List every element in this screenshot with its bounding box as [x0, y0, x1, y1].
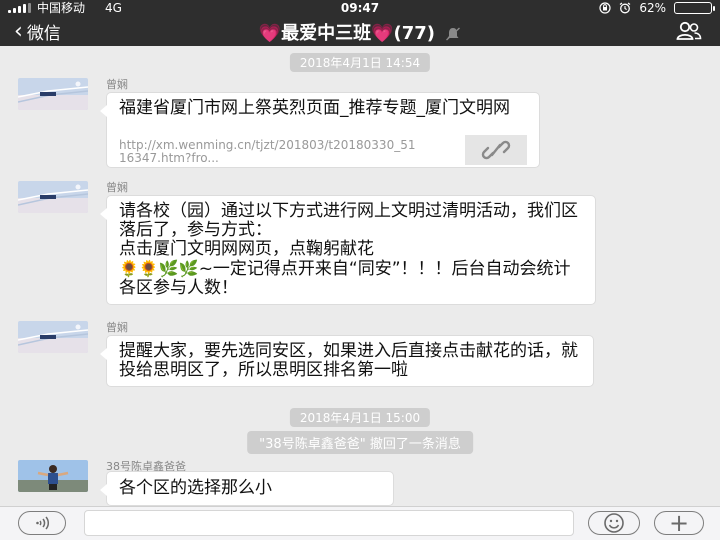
- link-icon: [481, 140, 511, 160]
- rotation-lock-icon: [599, 2, 611, 14]
- link-title: 福建省厦门市网上祭英烈页面_推荐专题_厦门文明网: [119, 98, 510, 118]
- more-button[interactable]: +: [654, 511, 704, 535]
- link-thumb: [465, 135, 527, 165]
- group-name: 最爱中三班: [281, 23, 372, 44]
- nav-bar: ‹ 微信 💗最爱中三班💗(77): [0, 16, 720, 46]
- alarm-icon: [619, 2, 631, 14]
- member-count: (77): [393, 23, 436, 44]
- avatar[interactable]: [18, 321, 88, 353]
- sender-name: 曾娴: [106, 321, 128, 334]
- message-text: 请各校（园）通过以下方式进行网上文明过清明活动，我们区落后了，参与方式：: [119, 201, 578, 240]
- flower-emoji-icon: 🌻🌻🌿🌿: [119, 259, 199, 278]
- battery-icon: [674, 2, 715, 14]
- chat-area[interactable]: 2018年4月1日 14:54 曾娴 福建省厦门市网上祭英烈页面_推荐专题_厦门…: [0, 46, 720, 506]
- timestamp: 2018年4月1日 14:54: [289, 53, 431, 72]
- battery-percent: 62%: [639, 1, 666, 15]
- message-input[interactable]: [84, 510, 574, 536]
- smiley-icon: [604, 513, 624, 533]
- avatar[interactable]: [18, 78, 88, 110]
- chat-title: 💗最爱中三班💗(77): [0, 19, 720, 45]
- plus-icon: +: [668, 509, 690, 537]
- input-bar: +: [0, 506, 720, 540]
- status-bar: 中国移动 4G 09:47 62%: [0, 0, 720, 16]
- message-bubble[interactable]: 各个区的选择那么小: [100, 471, 394, 506]
- voice-button[interactable]: [18, 511, 66, 535]
- link-url: http://xm.wenming.cn/tjzt/201803/t201803…: [119, 138, 416, 165]
- message-text: 点击厦门文明网网页，点鞠躬献花: [119, 239, 374, 259]
- avatar[interactable]: [18, 181, 88, 213]
- avatar[interactable]: [18, 460, 88, 492]
- recall-notice: "38号陈卓鑫爸爸" 撤回了一条消息: [247, 431, 473, 454]
- timestamp: 2018年4月1日 15:00: [289, 408, 431, 427]
- emoji-button[interactable]: [588, 511, 640, 535]
- mute-icon: [446, 27, 461, 41]
- message-text: 提醒大家，要先选同安区，如果进入后直接点击献花的话，就投给思明区了，所以思明区排…: [119, 341, 578, 380]
- heart-icon: 💗: [371, 23, 394, 44]
- message-bubble[interactable]: 请各校（园）通过以下方式进行网上文明过清明活动，我们区落后了，参与方式： 点击厦…: [100, 195, 596, 305]
- link-card-bubble[interactable]: 福建省厦门市网上祭英烈页面_推荐专题_厦门文明网 http://xm.wenmi…: [100, 92, 540, 168]
- message-bubble[interactable]: 提醒大家，要先选同安区，如果进入后直接点击献花的话，就投给思明区了，所以思明区排…: [100, 335, 594, 387]
- group-members-icon[interactable]: [676, 21, 702, 41]
- message-text: 🌻🌻🌿🌿~一定记得点开来自“同安”！！！后台自动会统计各区参与人数！: [119, 259, 581, 298]
- heart-icon: 💗: [258, 23, 282, 44]
- message-text: 各个区的选择那么小: [119, 478, 272, 498]
- status-right: 62%: [599, 0, 715, 16]
- voice-icon: [36, 516, 50, 530]
- sender-name: 曾娴: [106, 78, 128, 91]
- sender-name: 曾娴: [106, 181, 128, 194]
